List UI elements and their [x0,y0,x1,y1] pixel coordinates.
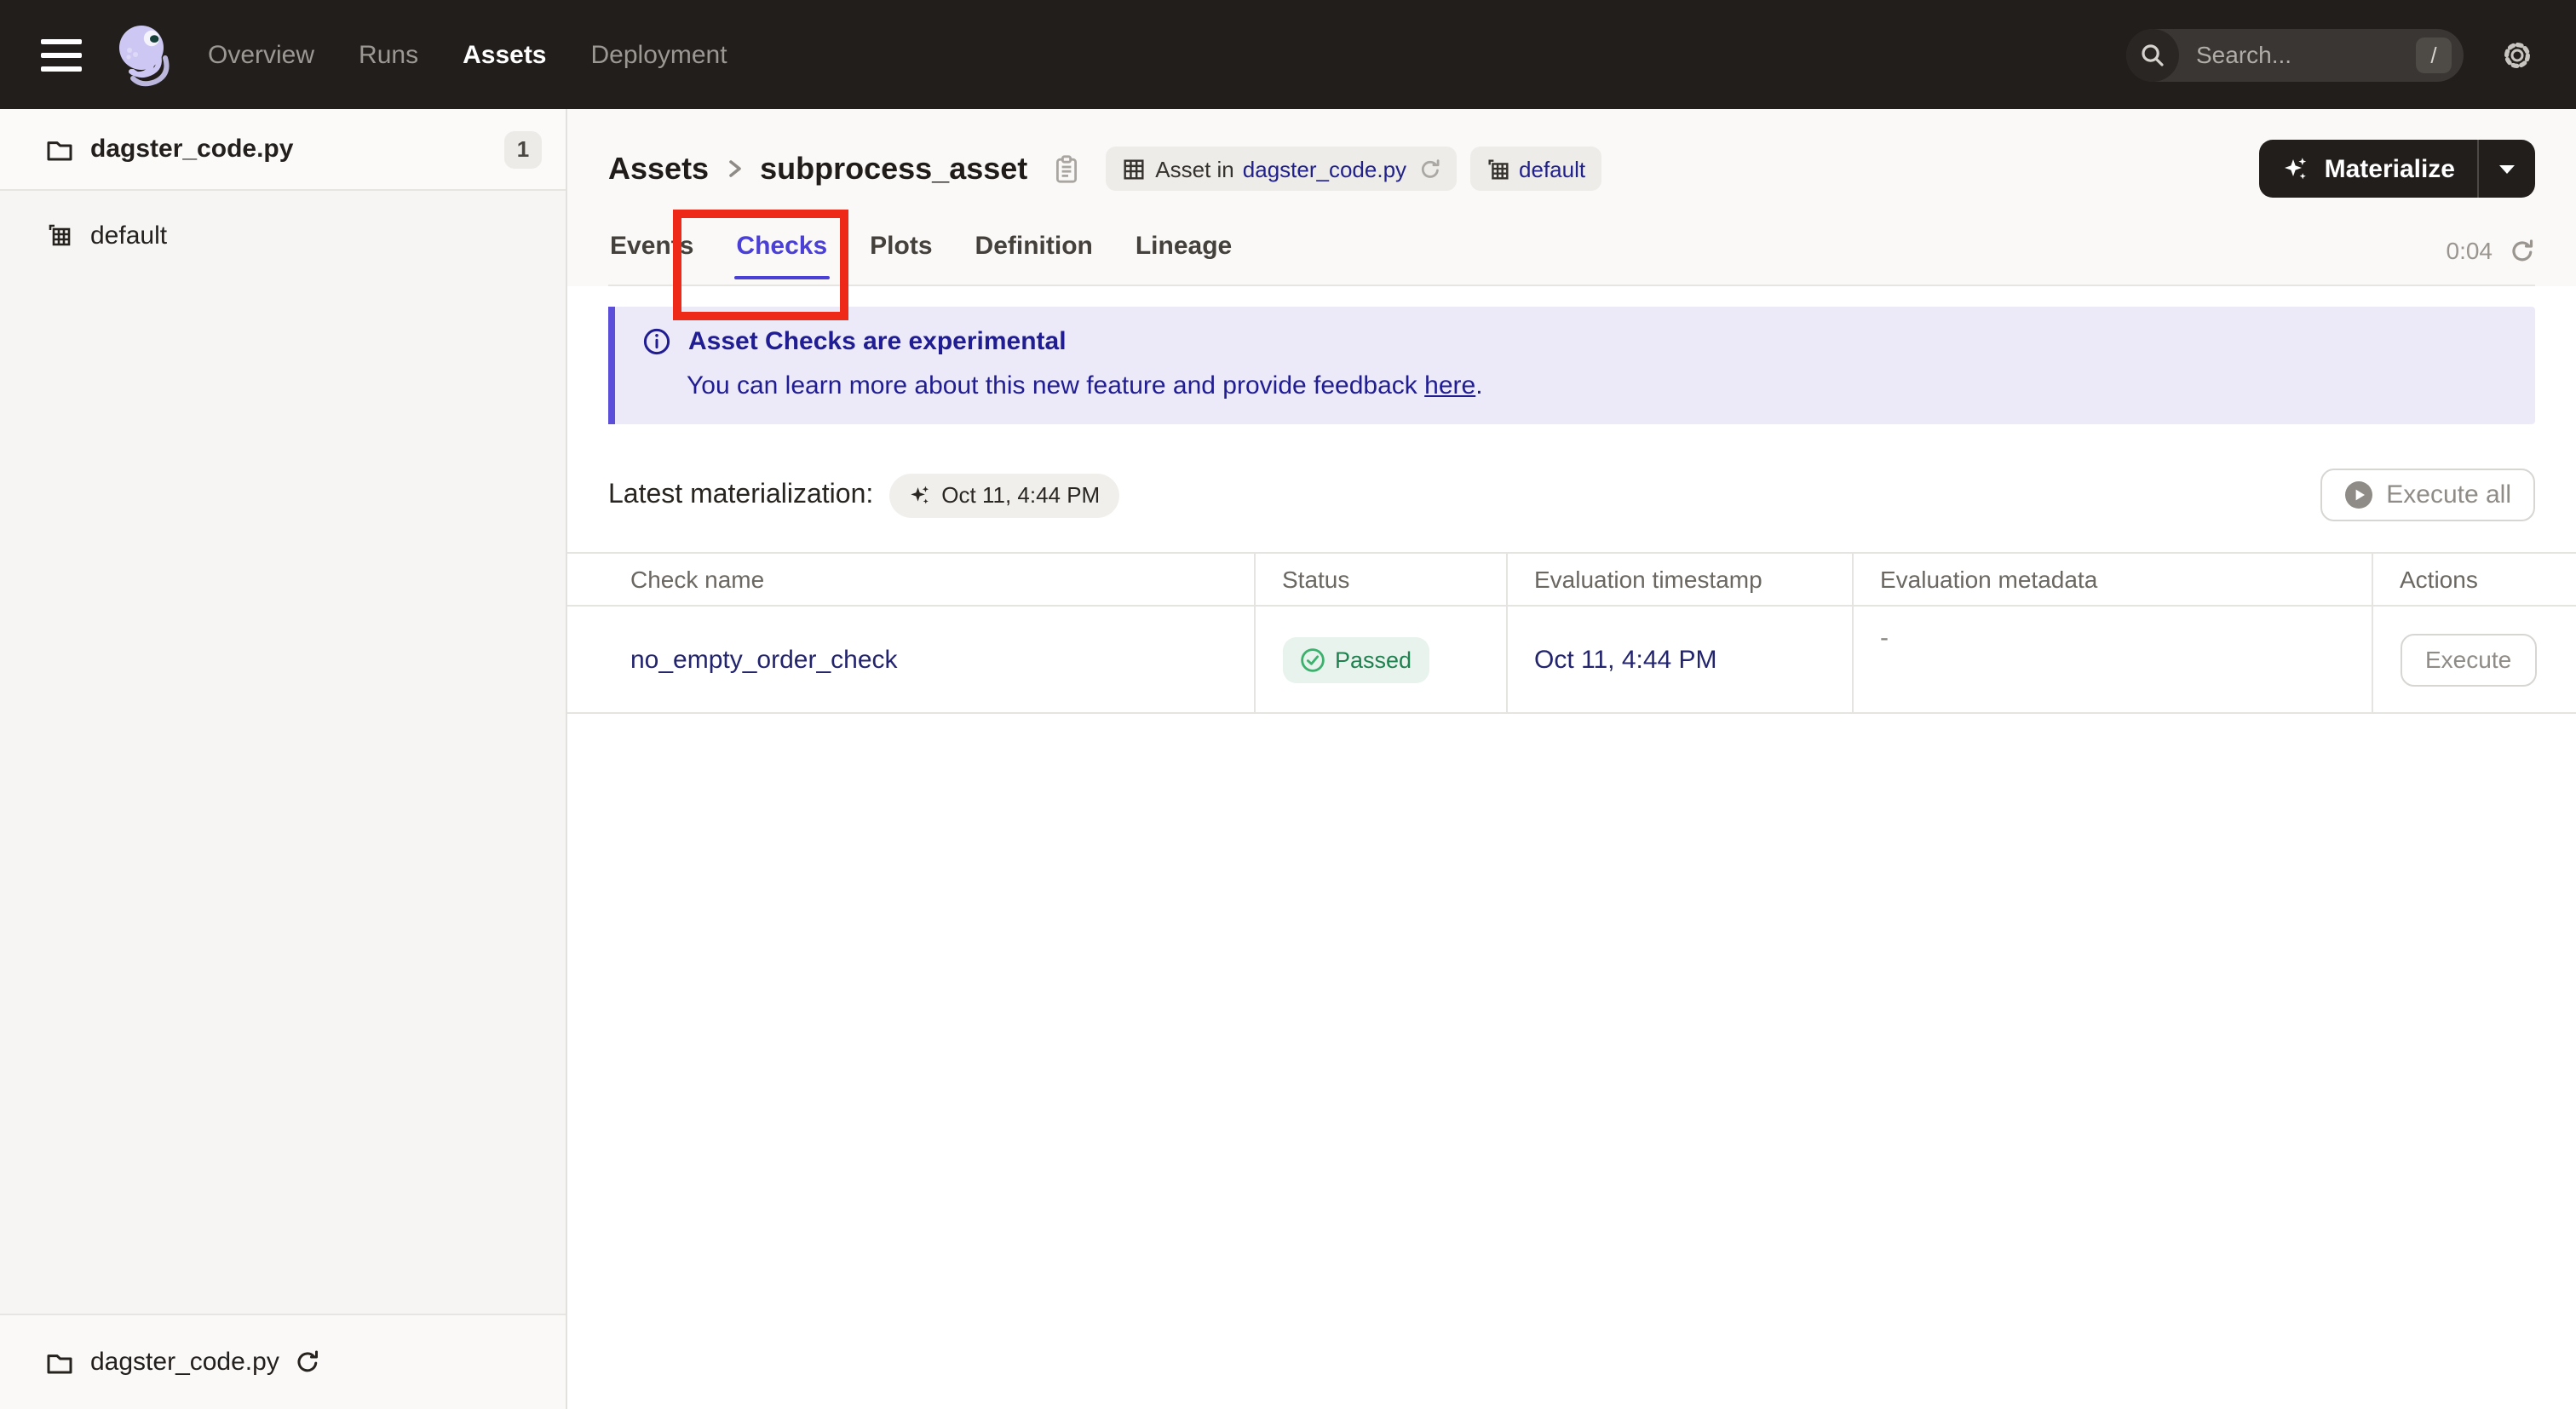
chevron-right-icon [729,160,741,177]
sidebar-item-dagster-code[interactable]: dagster_code.py 1 [0,109,566,191]
tab-plots[interactable]: Plots [868,218,934,285]
sidebar-item-label: default [90,221,168,250]
code-location-link[interactable]: dagster_code.py [1243,156,1406,181]
play-circle-icon [2344,481,2372,509]
code-location-label: dagster_code.py [90,1348,279,1377]
asset-group-icon [49,224,71,246]
primary-nav: Overview Runs Assets Deployment [208,40,727,69]
checks-table: Check name Status Evaluation timestamp E… [567,552,2576,714]
col-status: Status [1253,552,1506,607]
refresh-timer: 0:04 [2447,237,2536,285]
sidebar-item-label: dagster_code.py [90,135,294,164]
asset-tabs: Events Checks Plots Definition Lineage 0… [608,218,2535,286]
status-label: Passed [1335,647,1412,672]
sidebar-code-location[interactable]: dagster_code.py [0,1314,566,1409]
banner-body: You can learn more about this new featur… [687,371,2508,400]
copy-clipboard-icon[interactable] [1055,154,1078,183]
sparkle-icon [2285,157,2307,179]
group-link[interactable]: default [1519,156,1585,181]
latest-materialization-pill[interactable]: Oct 11, 4:44 PM [888,473,1119,517]
nav-item-runs[interactable]: Runs [359,40,418,69]
asset-location-tag[interactable]: Asset in dagster_code.py [1106,147,1457,191]
tab-definition[interactable]: Definition [974,218,1095,285]
banner-title: Asset Checks are experimental [688,327,1067,356]
asset-table-icon [1124,158,1144,179]
col-check-name: Check name [567,552,1254,607]
asset-tags: Asset in dagster_code.py default [1106,147,1601,191]
reload-icon[interactable] [295,1349,320,1375]
menu-hamburger-icon[interactable] [31,24,92,85]
check-circle-icon [1300,647,1324,671]
execute-all-button[interactable]: Execute all [2320,469,2535,521]
evaluation-metadata-cell: - [1851,606,2372,714]
materialize-dropdown-button[interactable] [2479,140,2535,198]
page-title: subprocess_asset [760,151,1028,185]
top-navigation-bar: Overview Runs Assets Deployment / [0,0,2576,109]
dagster-app: Overview Runs Assets Deployment / dagste… [0,0,2576,1409]
checks-tab-content: Asset Checks are experimental You can le… [567,286,2576,1409]
sidebar-item-default-group[interactable]: default [0,201,566,269]
asset-group-icon [1487,158,1508,179]
execute-button[interactable]: Execute [2400,633,2538,686]
col-evaluation-timestamp: Evaluation timestamp [1505,552,1852,607]
search-input[interactable] [2193,39,2380,70]
tab-lineage[interactable]: Lineage [1134,218,1233,285]
evaluation-timestamp-link[interactable]: Oct 11, 4:44 PM [1534,645,1717,674]
folder-icon [47,141,72,160]
main-panel: Assets subprocess_asset Asset in dagster… [567,109,2576,1409]
settings-gear-icon[interactable] [2487,26,2545,83]
nav-item-assets[interactable]: Assets [463,40,546,69]
refresh-countdown: 0:04 [2446,237,2493,264]
info-icon [643,328,670,355]
asset-page-header: Assets subprocess_asset Asset in dagster… [567,109,2576,286]
nav-item-deployment[interactable]: Deployment [591,40,727,69]
screenshot-viewport: Overview Runs Assets Deployment / dagste… [0,0,2576,1409]
breadcrumb-assets-link[interactable]: Assets [608,151,709,187]
materialize-label: Materialize [2324,154,2455,183]
tag-prefix: Asset in [1155,156,1234,181]
banner-suffix: . [1475,371,1483,400]
search-box[interactable]: / [2126,28,2464,81]
banner-body-text: You can learn more about this new featur… [687,371,1417,400]
breadcrumb: Assets subprocess_asset [608,151,1078,187]
refresh-icon[interactable] [2510,238,2535,263]
table-header-row: Check name Status Evaluation timestamp E… [567,552,2576,607]
materialize-split-button: Materialize [2259,140,2535,198]
execute-all-label: Execute all [2386,480,2511,509]
search-shortcut-key: / [2416,37,2452,72]
reload-icon[interactable] [1418,158,1440,180]
body-layout: dagster_code.py 1 default dagster_code.p… [0,109,2576,1409]
asset-count-badge: 1 [504,130,542,168]
dagster-octopus-icon [119,26,170,87]
tab-checks[interactable]: Checks [734,218,830,285]
sparkle-icon [910,485,929,503]
table-row: no_empty_order_check Passed Oct 11, 4:44… [567,606,2576,714]
dagster-logo[interactable] [109,17,184,92]
asset-sidebar: dagster_code.py 1 default dagster_code.p… [0,109,567,1409]
materialize-button[interactable]: Materialize [2260,140,2477,198]
status-badge: Passed [1282,636,1429,682]
asset-group-tag[interactable]: default [1469,147,1601,191]
latest-materialization-row: Latest materialization: Oct 11, 4:44 PM … [608,469,2535,521]
latest-materialization-label: Latest materialization: [608,480,874,509]
col-actions: Actions [2371,552,2576,607]
tab-events[interactable]: Events [608,218,695,285]
col-evaluation-metadata: Evaluation metadata [1851,552,2372,607]
latest-materialization-date: Oct 11, 4:44 PM [941,482,1101,508]
nav-item-overview[interactable]: Overview [208,40,314,69]
check-name-link[interactable]: no_empty_order_check [630,645,898,674]
folder-icon [47,1354,72,1373]
search-icon [2126,28,2179,81]
experimental-banner: Asset Checks are experimental You can le… [608,307,2535,424]
caret-down-icon [2499,164,2515,173]
feedback-here-link[interactable]: here [1424,371,1475,400]
